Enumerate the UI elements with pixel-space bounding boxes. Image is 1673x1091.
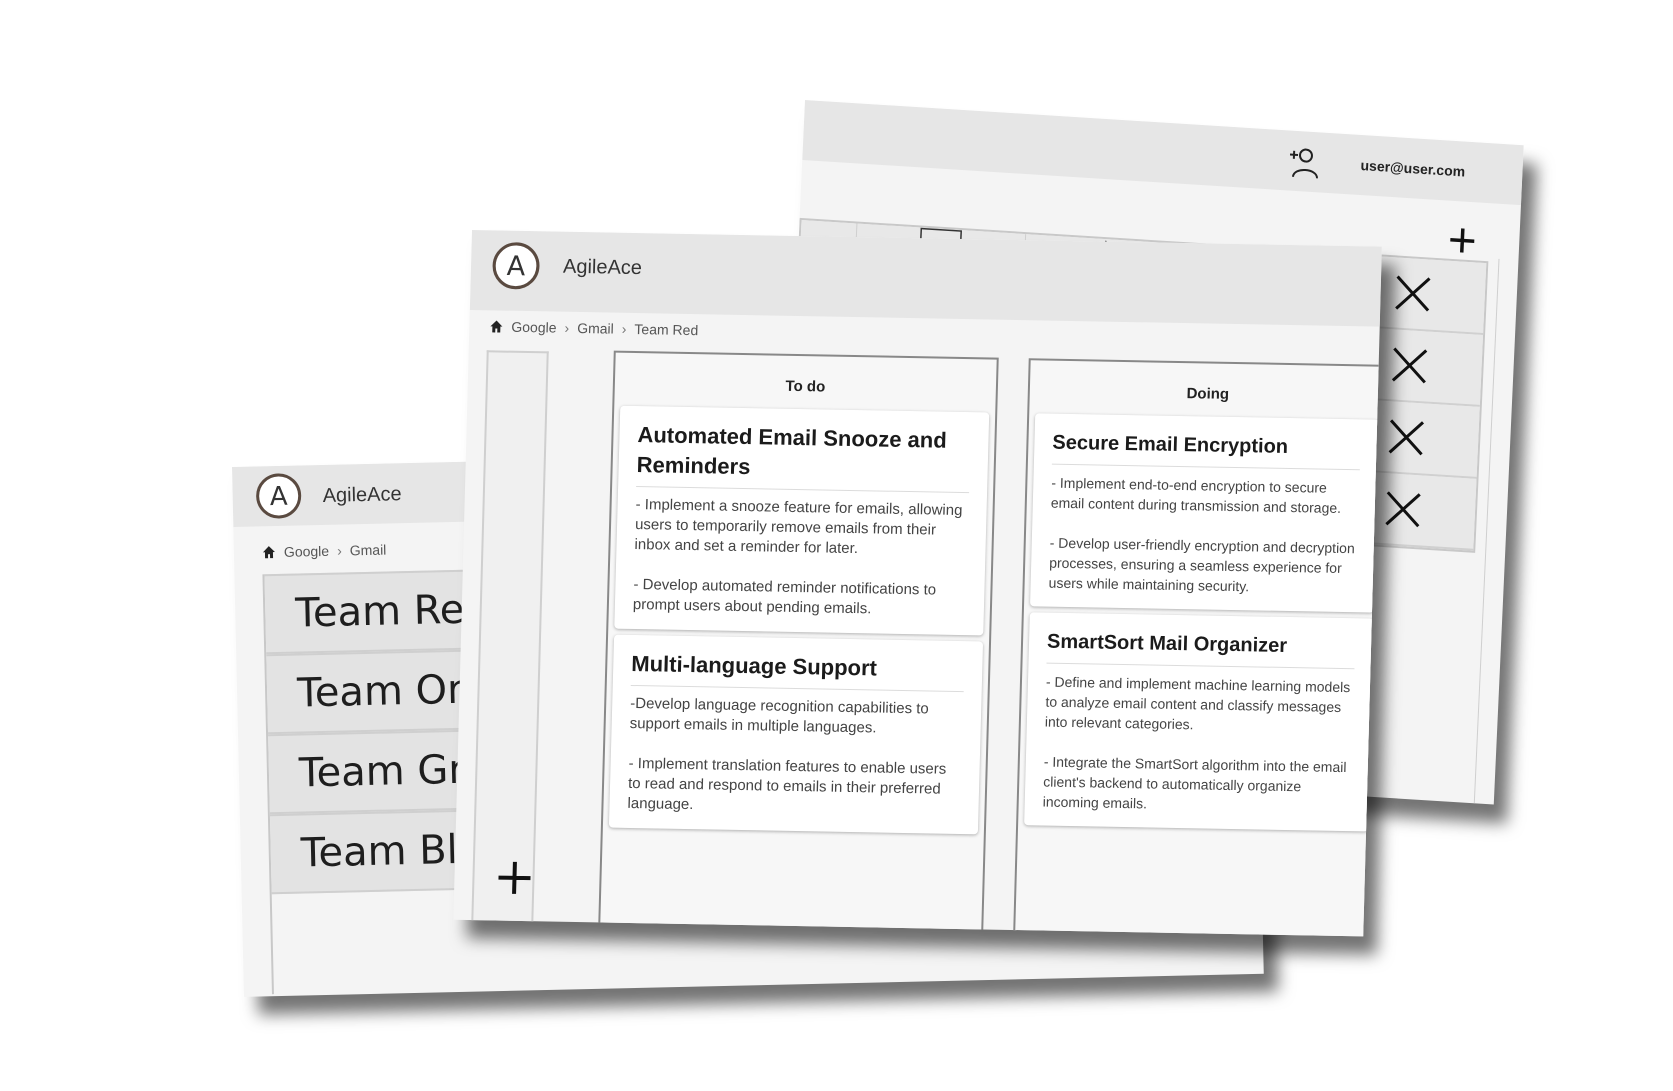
sidebar-rail [471, 350, 549, 932]
close-icon[interactable] [1389, 344, 1431, 386]
add-user-icon[interactable] [1285, 144, 1320, 180]
home-icon[interactable] [489, 319, 503, 333]
chevron-right-icon: › [336, 542, 342, 559]
board-screen: A AgileAce Google › Gmail › Team Red To … [453, 230, 1382, 937]
app-logo[interactable]: A [490, 240, 541, 291]
breadcrumb: Google › Gmail [262, 542, 387, 561]
card-title: SmartSort Mail Organizer [1046, 626, 1356, 670]
user-email[interactable]: user@user.com [1360, 157, 1465, 180]
chevron-right-icon: › [621, 320, 627, 337]
breadcrumb-item[interactable]: Gmail [350, 542, 387, 559]
breadcrumb: Google › Gmail › Team Red [489, 318, 698, 338]
task-card[interactable]: SmartSort Mail Organizer - Define and im… [1024, 612, 1374, 832]
task-card[interactable]: Automated Email Snooze and Reminders - I… [614, 405, 990, 636]
svg-text:A: A [269, 482, 288, 512]
card-description: - Implement a snooze feature for emails,… [632, 496, 963, 618]
column-title: Doing [1186, 385, 1230, 403]
task-card[interactable]: Multi-language Support -Develop language… [608, 634, 984, 835]
task-card[interactable]: Secure Email Encryption - Implement end-… [1030, 413, 1380, 613]
svg-text:A: A [506, 251, 526, 282]
card-description: - Implement end-to-end encryption to sec… [1048, 474, 1355, 595]
app-logo[interactable]: A [254, 471, 303, 520]
breadcrumb-item[interactable]: Gmail [577, 320, 614, 337]
plus-icon[interactable] [494, 858, 535, 899]
column-todo: To do Automated Email Snooze and Reminde… [597, 350, 999, 937]
close-icon[interactable] [1386, 416, 1428, 458]
home-icon[interactable] [262, 545, 276, 559]
top-bar: user@user.com [802, 100, 1524, 206]
breadcrumb-item[interactable]: Team Red [634, 321, 698, 338]
card-title: Automated Email Snooze and Reminders [636, 420, 971, 494]
column-doing: Doing Secure Email Encryption - Implemen… [1012, 358, 1382, 937]
close-icon[interactable] [1383, 488, 1425, 530]
plus-icon[interactable] [1447, 225, 1478, 257]
card-description: -Develop language recognition capabiliti… [627, 694, 947, 814]
breadcrumb-item[interactable]: Google [511, 319, 557, 336]
column-title: To do [785, 377, 826, 396]
app-title: AgileAce [322, 483, 402, 507]
chevron-right-icon: › [564, 319, 570, 336]
card-title: Secure Email Encryption [1051, 427, 1361, 471]
card-description: - Define and implement machine learning … [1042, 673, 1351, 812]
card-title: Multi-language Support [630, 648, 965, 693]
breadcrumb-item[interactable]: Google [284, 543, 330, 560]
top-bar: A AgileAce [469, 230, 1382, 327]
app-title: AgileAce [562, 255, 643, 280]
close-icon[interactable] [1392, 272, 1434, 314]
